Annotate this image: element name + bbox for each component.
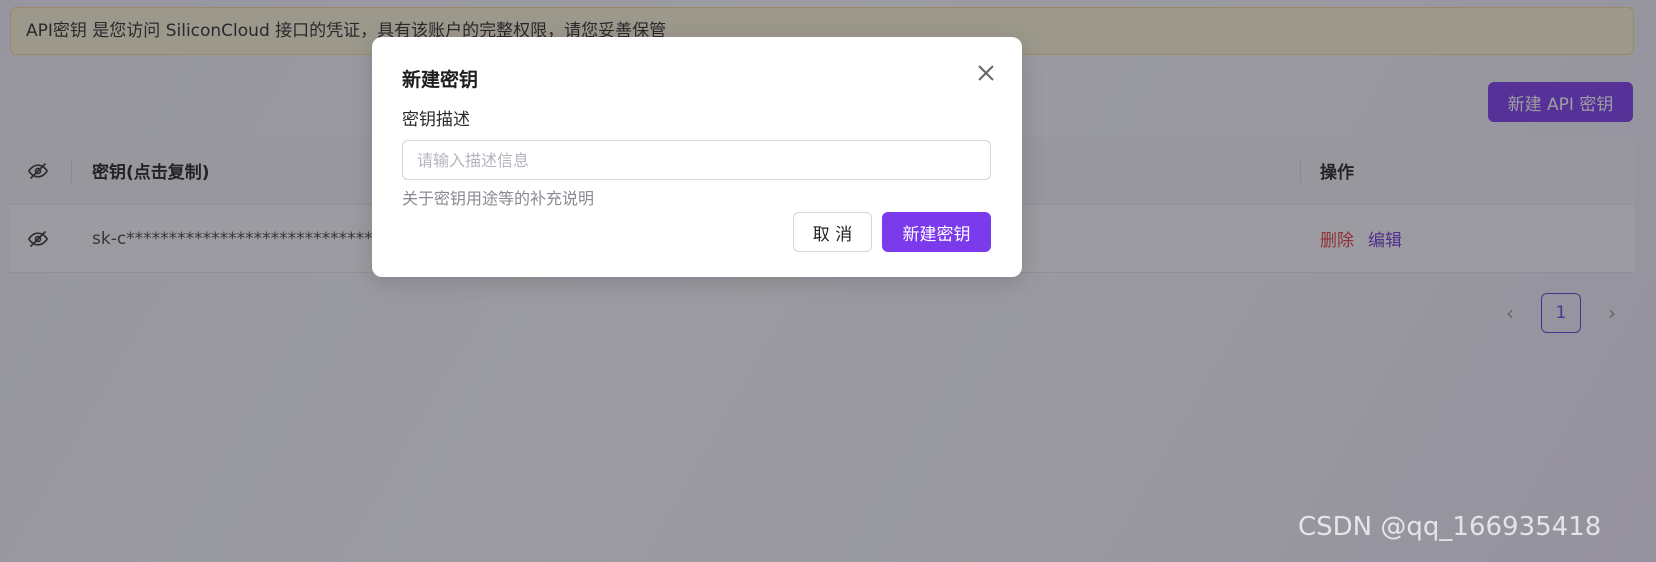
description-input[interactable] <box>402 140 991 180</box>
api-keys-page: API密钥 是您访问 SiliconCloud 接口的凭证，具有该账户的完整权限… <box>0 0 1656 562</box>
dialog-title: 新建密钥 <box>402 69 479 91</box>
new-key-dialog: 新建密钥 密钥描述 关于密钥用途等的补充说明 取 消 新建密钥 <box>372 37 1022 277</box>
cancel-button[interactable]: 取 消 <box>793 212 872 252</box>
close-icon <box>978 65 994 81</box>
close-button[interactable] <box>974 61 998 85</box>
watermark: CSDN @qq_166935418 <box>1298 512 1602 542</box>
description-label: 密钥描述 <box>402 110 470 130</box>
description-help: 关于密钥用途等的补充说明 <box>402 189 595 208</box>
create-key-button[interactable]: 新建密钥 <box>882 212 991 252</box>
